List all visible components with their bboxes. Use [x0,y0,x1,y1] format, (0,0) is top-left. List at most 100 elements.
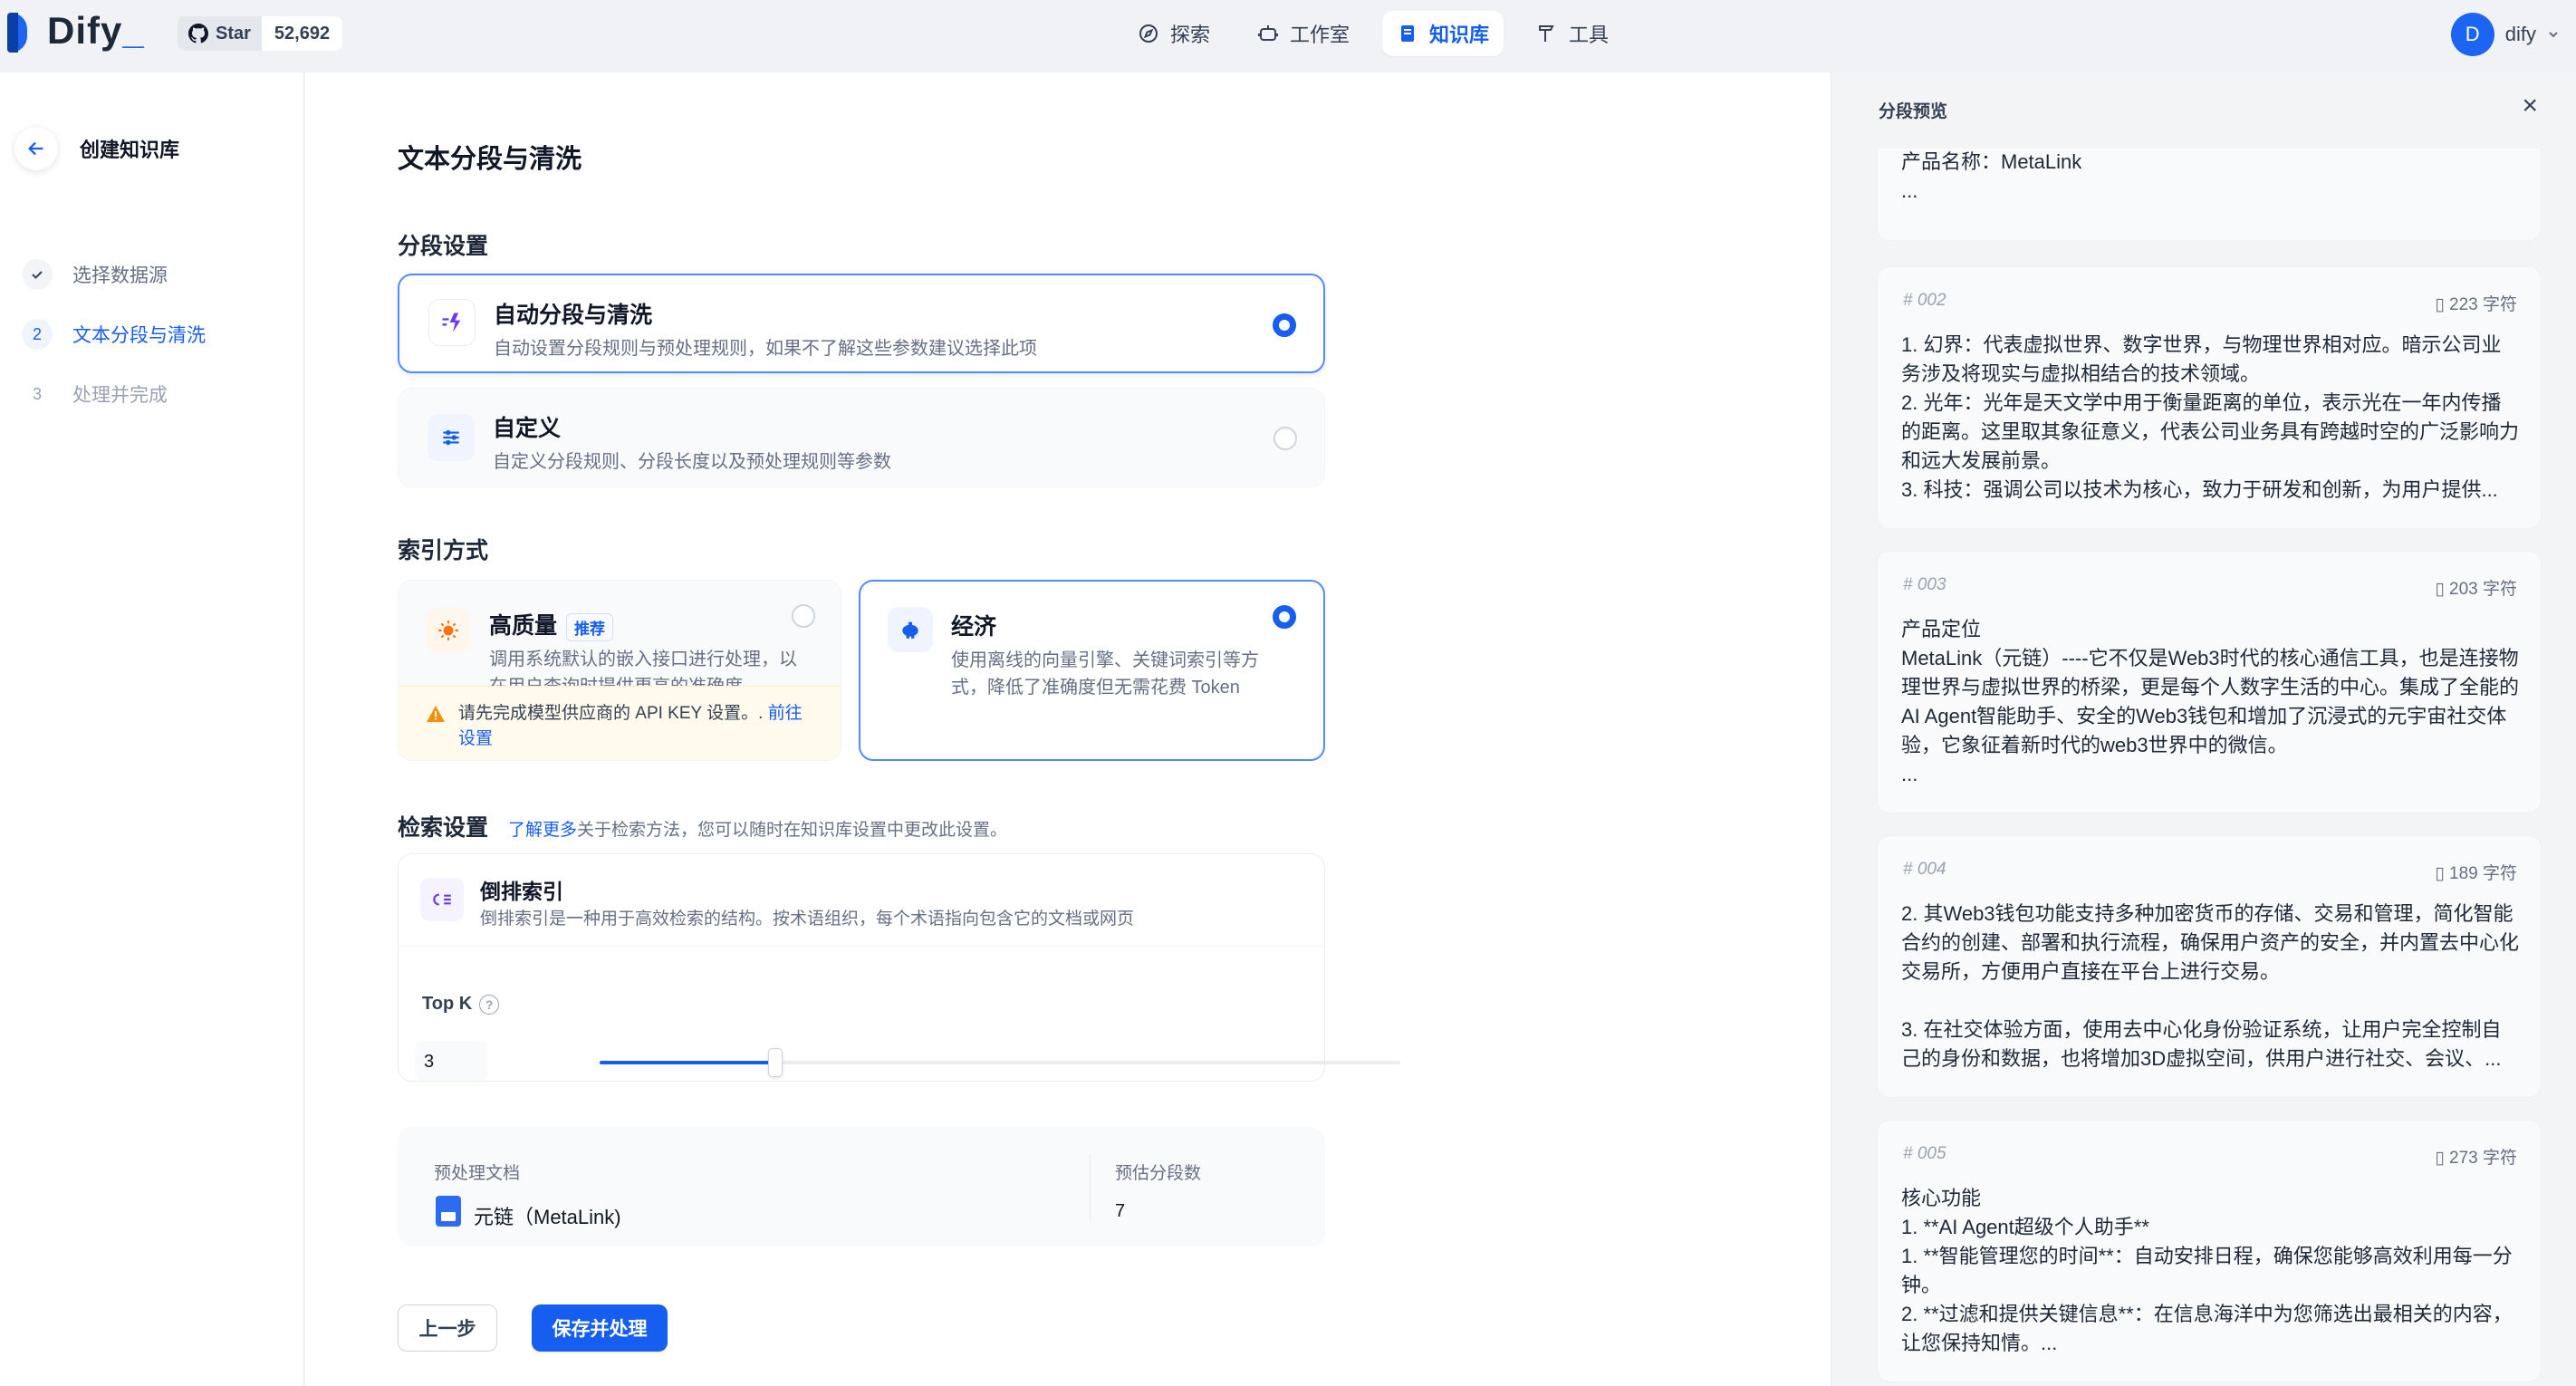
auto-segment-option[interactable]: 自动分段与清洗 自动设置分段规则与预处理规则，如果不了解这些参数建议选择此项 [398,274,1325,373]
chunk-text: 1. 幻界：代表虚拟世界、数字世界，与物理世界相对应。暗示公司业务涉及将现实与虚… [1901,333,2520,501]
option-title: 自定义 [493,416,562,441]
nav-label: 知识库 [1429,24,1490,46]
auto-option-radio[interactable] [1273,313,1296,337]
custom-option-radio[interactable] [1274,427,1297,450]
github-star-widget[interactable]: Star 52,692 [178,16,343,51]
slider-thumb[interactable] [768,1048,783,1077]
recommend-badge: 推荐 [566,612,614,641]
chunk-chars: ▯ 189 字符 [2435,864,2517,883]
github-star-button[interactable]: Star [178,16,262,51]
economy-radio[interactable] [1273,605,1296,629]
chunk-meta: # 002 ▯ 223 字符 [1903,291,2517,315]
close-icon[interactable]: × [2522,92,2538,120]
main-content: 文本分段与清洗 分段设置 自动分段与清洗 自动设置分段规则与预处理规则，如果不了… [305,72,1831,1386]
step-process-finish: 3 处理并完成 [22,364,206,424]
avatar[interactable]: D [2450,13,2494,56]
back-row: 创建知识库 [14,127,179,170]
option-title: 高质量 [489,613,558,639]
nav-tools[interactable]: 工具 [1522,11,1623,56]
step-label: 文本分段与清洗 [72,325,206,346]
topk-input[interactable]: 3 [415,1041,487,1081]
chunk-id: # 005 [1903,1144,1946,1163]
chunk-card: # 004 ▯ 189 字符 2. 其Web3钱包功能支持多种加密货币的存储、交… [1877,835,2542,1098]
process-summary: 预处理文档 元链（MetaLink) 预估分段数 7 [398,1127,1325,1246]
chunk-chars: ▯ 203 字符 [2435,580,2517,599]
top-navbar: Dify_ Star 52,692 探索 工作室 知识库 工具 D dify [0,0,2576,72]
learn-more-link[interactable]: 了解更多 [508,821,577,840]
chunk-text: 产品定位 MetaLink（元链）----它不仅是Web3时代的核心通信工具，也… [1901,618,2520,785]
warning-text: 请先完成模型供应商的 API KEY 设置。. 前往设置 [458,704,803,748]
high-quality-option[interactable]: 高质量推荐 调用系统默认的嵌入接口进行处理，以在用户查询时提供更高的准确度 请先… [398,580,841,761]
github-star-count: 52,692 [261,16,343,51]
topk-slider[interactable] [600,1048,1400,1077]
chunk-id: # 004 [1903,860,1946,879]
book-icon [1401,25,1415,42]
step-select-source[interactable]: 选择数据源 [22,245,206,304]
preview-header: 分段预览 × [1831,72,2576,149]
high-quality-radio[interactable] [792,604,815,628]
github-icon [188,24,208,43]
chunk-card: # 002 ▯ 223 字符 1. 幻界：代表虚拟世界、数字世界，与物理世界相对… [1877,266,2542,529]
retrieval-settings-card: 倒排索引 倒排索引是一种用于高效检索的结构。按术语组织，每个术语指向包含它的文档… [398,853,1400,1082]
step-list: 选择数据源 2 文本分段与清洗 3 处理并完成 [22,245,206,424]
nav-explore[interactable]: 探索 [1123,11,1225,56]
preview-title: 分段预览 [1879,102,1948,121]
retrieval-desc: 了解更多关于检索方法，您可以随时在知识库设置中更改此设置。 [508,821,1008,840]
page-title: 文本分段与清洗 [398,145,582,174]
step-segment-clean: 2 文本分段与清洗 [22,304,206,364]
chunk-meta: # 004 ▯ 189 字符 [1903,860,2517,884]
back-button[interactable] [14,127,58,170]
divider [1090,1154,1091,1221]
chunk-text: 产品名称：MetaLink ... [1901,150,2082,202]
chunk-card: # 003 ▯ 203 字符 产品定位 MetaLink（元链）----它不仅是… [1877,551,2542,813]
nav-label: 探索 [1170,24,1211,46]
api-key-warning: 请先完成模型供应商的 API KEY 设置。. 前往设置 [399,686,841,760]
save-and-process-button[interactable]: 保存并处理 [532,1304,668,1352]
logo-text: Dify_ [47,9,145,52]
chunk-chars: ▯ 273 字符 [2435,1149,2517,1168]
topk-label: Top K [422,994,473,1014]
count-value: 7 [1115,1201,1126,1221]
lightning-icon [428,299,476,346]
step-number: 2 [22,319,53,350]
doc-name: 元链（MetaLink) [474,1206,621,1228]
dify-logo-mark [7,9,38,53]
chunk-id: # 003 [1903,575,1946,594]
step-label: 处理并完成 [72,385,168,406]
segment-preview-panel: 分段预览 × 产品名称：MetaLink ... # 002 ▯ 223 字符 … [1831,72,2576,1386]
chunk-meta: # 005 ▯ 273 字符 [1903,1144,2517,1169]
check-icon [22,259,53,290]
economy-option[interactable]: 经济 使用离线的向量引擎、关键词索引等方式，降低了准确度但无需花费 Token [859,580,1325,761]
count-label: 预估分段数 [1115,1164,1202,1183]
main-nav: 探索 工作室 知识库 工具 [1123,11,1623,56]
compass-icon [1139,24,1158,43]
nav-knowledge[interactable]: 知识库 [1382,11,1504,56]
chunk-chars: ▯ 223 字符 [2435,295,2517,314]
option-title: 经济 [951,614,997,640]
method-title: 倒排索引 [480,880,563,903]
chunk-text: 核心功能 1. **AI Agent超级个人助手** 1. **智能管理您的时间… [1901,1187,2513,1354]
robot-icon [1258,25,1279,41]
arrow-left-icon [28,141,43,156]
doc-label: 预处理文档 [434,1164,521,1183]
segment-section-title: 分段设置 [398,234,489,259]
dify-logo[interactable]: Dify_ [7,9,145,53]
option-title: 自动分段与清洗 [494,303,653,328]
nav-studio[interactable]: 工作室 [1243,11,1364,56]
option-desc: 使用离线的向量引擎、关键词索引等方式，降低了准确度但无需花费 Token [951,650,1259,698]
prev-step-button[interactable]: 上一步 [398,1304,497,1352]
retrieval-title: 检索设置 [398,815,489,841]
option-title-row: 高质量 推荐 [489,608,614,641]
warning-icon [427,706,445,722]
help-icon[interactable]: ? [479,994,500,1015]
option-desc: 自动设置分段规则与预处理规则，如果不了解这些参数建议选择此项 [494,339,1037,359]
custom-segment-option[interactable]: 自定义 自定义分段规则、分段长度以及预处理规则等参数 [398,388,1325,487]
sidebar-title: 创建知识库 [80,139,180,161]
chunk-card: # 005 ▯ 273 字符 核心功能 1. **AI Agent超级个人助手*… [1877,1120,2542,1382]
user-menu[interactable]: D dify [2450,13,2560,56]
step-number: 3 [32,384,42,403]
slider-fill [600,1061,776,1064]
sun-icon [426,608,471,653]
chunk-text: 2. 其Web3钱包功能支持多种加密货币的存储、交易和管理，简化智能合约的创建、… [1901,902,2520,1070]
document-icon [436,1196,461,1227]
